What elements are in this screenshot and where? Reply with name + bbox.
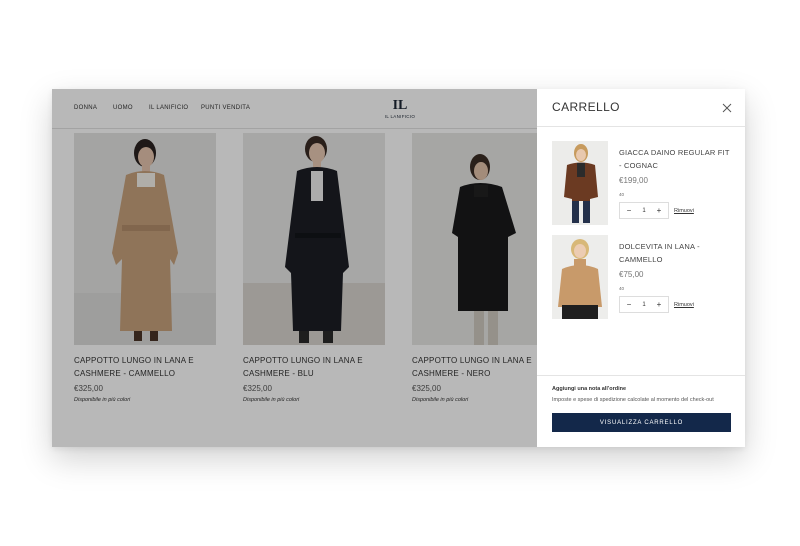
quantity-stepper[interactable]: − 1 + [619,202,669,219]
cart-item-name[interactable]: DOLCEVITA IN LANA - CAMMELLO [619,240,734,266]
cart-item-price: €199,00 [619,176,648,185]
cart-title: CARRELLO [552,100,620,114]
close-icon[interactable] [721,101,733,113]
cart-item-size: 40 [619,192,625,197]
cart-item-image[interactable] [552,235,608,319]
store-page: DONNA UOMO IL LANIFICIO PUNTI VENDITA IL… [52,89,554,447]
quantity-value: 1 [642,301,646,308]
cart-item-name[interactable]: GIACCA DAINO REGULAR FIT - COGNAC [619,146,734,172]
browser-frame: DONNA UOMO IL LANIFICIO PUNTI VENDITA IL… [52,89,745,447]
cart-item: DOLCEVITA IN LANA - CAMMELLO €75,00 40 −… [552,235,732,321]
decrease-quantity-button[interactable]: − [625,300,633,309]
cart-item-size: 40 [619,286,625,291]
quantity-value: 1 [642,207,646,214]
quantity-stepper[interactable]: − 1 + [619,296,669,313]
cart-drawer: CARRELLO GIACCA DAINO REGULAR FIT - COGN… [537,89,745,447]
cart-item-price: €75,00 [619,270,644,279]
remove-item-link[interactable]: Rimuovi [674,208,694,214]
drawer-divider [537,126,745,127]
cart-item: GIACCA DAINO REGULAR FIT - COGNAC €199,0… [552,141,732,227]
increase-quantity-button[interactable]: + [655,206,663,215]
increase-quantity-button[interactable]: + [655,300,663,309]
remove-item-link[interactable]: Rimuovi [674,302,694,308]
shipping-info: Imposte e spese di spedizione calcolate … [552,397,714,403]
page-overlay[interactable] [52,89,537,447]
cart-item-image[interactable] [552,141,608,225]
decrease-quantity-button[interactable]: − [625,206,633,215]
order-note-link[interactable]: Aggiungi una nota all'ordine [552,386,626,392]
view-cart-button[interactable]: VISUALIZZA CARRELLO [552,413,731,432]
footer-divider [537,375,745,376]
